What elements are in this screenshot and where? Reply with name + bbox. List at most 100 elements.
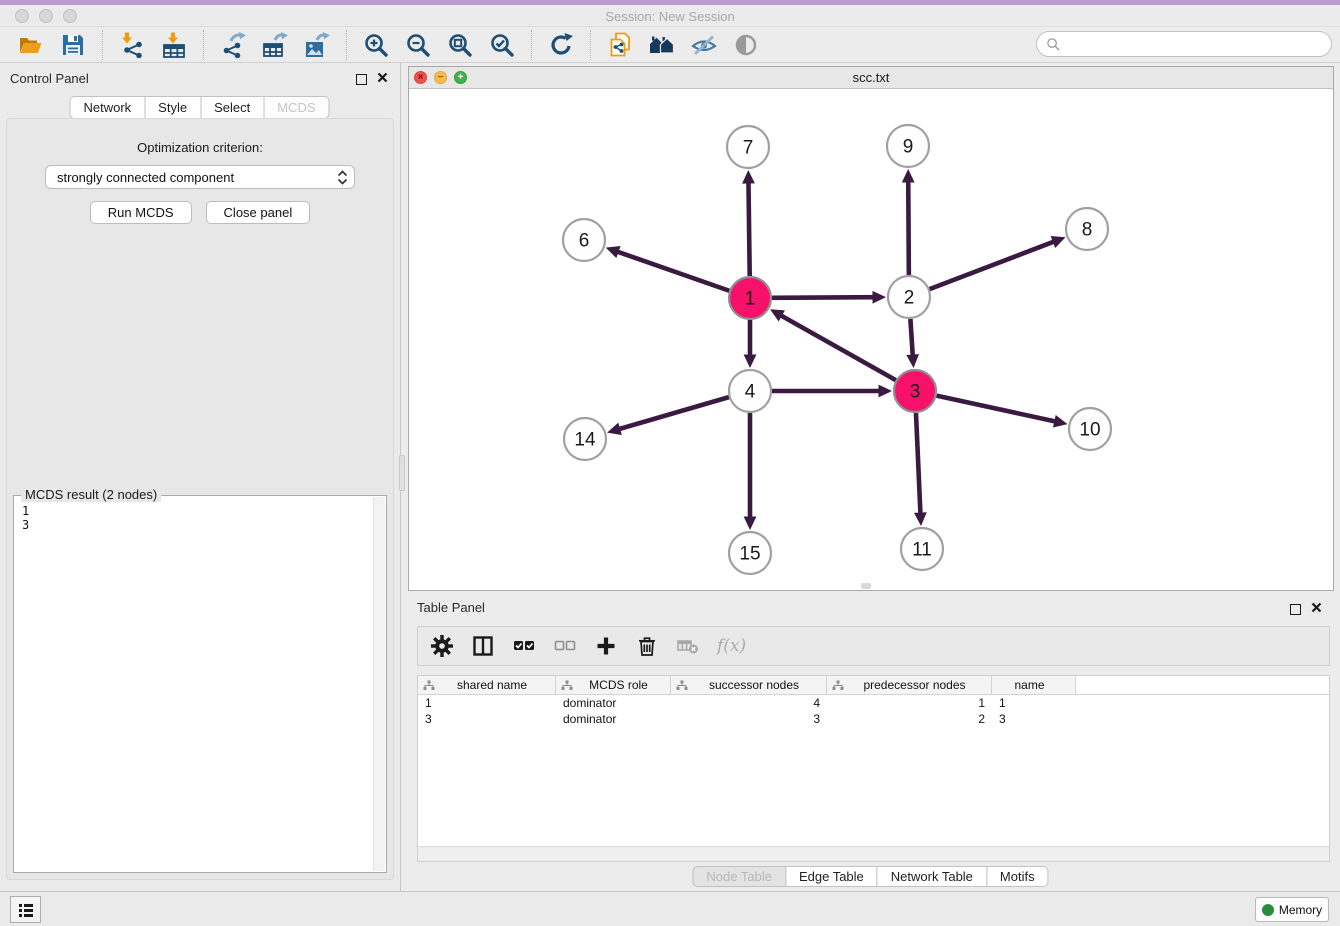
eye-icon[interactable] [731, 30, 761, 60]
table-cell[interactable]: 4 [671, 695, 827, 711]
tab-node-table[interactable]: Node Table [692, 866, 786, 887]
edge-2-8[interactable] [930, 241, 1056, 289]
tab-motifs[interactable]: Motifs [986, 866, 1049, 887]
column-header-predecessor-nodes[interactable]: predecessor nodes [827, 676, 992, 694]
graph-node-4[interactable]: 4 [729, 370, 771, 412]
network-view-window: × − + scc.txt 1 2 3 4 6 7 8 9 10 11 14 15 [408, 66, 1334, 591]
network-graph[interactable]: 1 2 3 4 6 7 8 9 10 11 14 15 [409, 90, 1333, 590]
table-row[interactable]: 3dominator323 [418, 711, 1329, 727]
graph-node-2[interactable]: 2 [888, 276, 930, 318]
graph-node-6[interactable]: 6 [563, 219, 605, 261]
edge-2-3[interactable] [910, 319, 912, 358]
tab-style[interactable]: Style [144, 96, 201, 119]
table-cell[interactable]: dominator [556, 695, 671, 711]
memory-button[interactable]: Memory [1255, 897, 1329, 922]
tab-network[interactable]: Network [69, 96, 145, 119]
trash-icon[interactable] [635, 634, 659, 658]
float-panel-icon[interactable] [1290, 604, 1301, 615]
deselect-all-checkboxes-icon[interactable] [553, 634, 577, 658]
edge-1-6[interactable] [616, 251, 730, 291]
close-panel-icon[interactable] [377, 70, 388, 88]
run-mcds-button[interactable]: Run MCDS [90, 201, 192, 224]
edge-2-9[interactable] [908, 179, 909, 275]
task-history-button[interactable] [10, 896, 41, 923]
search-input[interactable] [1066, 37, 1331, 52]
graph-node-7[interactable]: 7 [727, 126, 769, 168]
edge-4-14[interactable] [617, 397, 729, 429]
graph-node-8[interactable]: 8 [1066, 208, 1108, 250]
float-panel-icon[interactable] [356, 74, 367, 85]
table-cell[interactable]: dominator [556, 711, 671, 727]
edge-3-1[interactable] [779, 314, 896, 380]
table-cell[interactable]: 3 [671, 711, 827, 727]
close-panel-button[interactable]: Close panel [206, 201, 311, 224]
zoom-selected-icon[interactable] [487, 30, 517, 60]
select-all-checkboxes-icon[interactable] [512, 634, 536, 658]
zoom-fit-icon[interactable] [445, 30, 475, 60]
column-header-shared-name[interactable]: shared name [418, 676, 556, 694]
network-window-titlebar[interactable]: × − + scc.txt [409, 67, 1333, 89]
graph-node-1[interactable]: 1 [729, 277, 771, 319]
tab-network-table[interactable]: Network Table [877, 866, 987, 887]
open-folder-icon[interactable] [16, 30, 46, 60]
zoom-in-icon[interactable] [361, 30, 391, 60]
import-table-icon[interactable] [159, 30, 189, 60]
result-scrollbar[interactable] [373, 497, 385, 871]
edge-3-11[interactable] [916, 413, 921, 516]
table-cell[interactable]: 1 [827, 695, 992, 711]
graph-node-15[interactable]: 15 [729, 532, 771, 574]
export-table-icon[interactable] [260, 30, 290, 60]
table-cell[interactable]: 2 [827, 711, 992, 727]
tab-mcds[interactable]: MCDS [263, 96, 329, 119]
table-cell[interactable]: 3 [418, 711, 556, 727]
mcds-result-text[interactable]: 1 3 [16, 500, 372, 870]
graph-node-10[interactable]: 10 [1069, 408, 1111, 450]
graph-node-11[interactable]: 11 [901, 528, 943, 570]
edge-1-2[interactable] [772, 297, 876, 298]
graph-node-14[interactable]: 14 [564, 418, 606, 460]
close-panel-icon[interactable] [1311, 600, 1322, 618]
edge-3-10[interactable] [936, 396, 1057, 422]
columns-icon[interactable] [471, 634, 495, 658]
tab-edge-table[interactable]: Edge Table [785, 866, 878, 887]
graph-node-9[interactable]: 9 [887, 125, 929, 167]
eye-slash-icon[interactable] [689, 30, 719, 60]
table-cell[interactable]: 1 [418, 695, 556, 711]
table-header-row: shared nameMCDS rolesuccessor nodesprede… [418, 676, 1329, 695]
save-icon[interactable] [58, 30, 88, 60]
export-network-icon[interactable] [218, 30, 248, 60]
column-header-name[interactable]: name [992, 676, 1076, 694]
export-image-icon[interactable] [302, 30, 332, 60]
criterion-select[interactable]: strongly connected component [45, 165, 355, 189]
shared-column-icon [561, 680, 573, 691]
chevron-up-down-icon [337, 170, 348, 188]
memory-label: Memory [1279, 903, 1322, 917]
toolbar-separator [531, 30, 532, 60]
plus-icon[interactable] [594, 634, 618, 658]
import-network-icon[interactable] [117, 30, 147, 60]
zoom-out-icon[interactable] [403, 30, 433, 60]
network-canvas[interactable]: 1 2 3 4 6 7 8 9 10 11 14 15 [409, 90, 1333, 590]
table-tabs: Node TableEdge TableNetwork TableMotifs [693, 866, 1048, 887]
table-row[interactable]: 1dominator411 [418, 695, 1329, 711]
network-window-title: scc.txt [409, 70, 1333, 85]
search-field[interactable] [1036, 31, 1332, 57]
panel-splitter-handle[interactable] [399, 455, 405, 491]
gear-icon[interactable] [430, 634, 454, 658]
column-header-successor-nodes[interactable]: successor nodes [671, 676, 827, 694]
search-icon [1046, 37, 1061, 52]
refresh-icon[interactable] [546, 30, 576, 60]
edge-1-7[interactable] [748, 180, 749, 276]
table-toolbar: f(x) [417, 626, 1330, 666]
duplicate-network-icon[interactable] [605, 30, 635, 60]
column-header-MCDS-role[interactable]: MCDS role [556, 676, 671, 694]
table-horizontal-scrollbar[interactable] [418, 846, 1329, 861]
table-cell[interactable]: 3 [992, 711, 1076, 727]
houses-icon[interactable] [647, 30, 677, 60]
svg-text:10: 10 [1079, 420, 1100, 441]
graph-node-3[interactable]: 3 [894, 370, 936, 412]
canvas-scroll-handle[interactable] [861, 583, 871, 589]
tab-select[interactable]: Select [200, 96, 264, 119]
control-panel: Control Panel NetworkStyleSelectMCDS Opt… [0, 63, 401, 891]
table-cell[interactable]: 1 [992, 695, 1076, 711]
